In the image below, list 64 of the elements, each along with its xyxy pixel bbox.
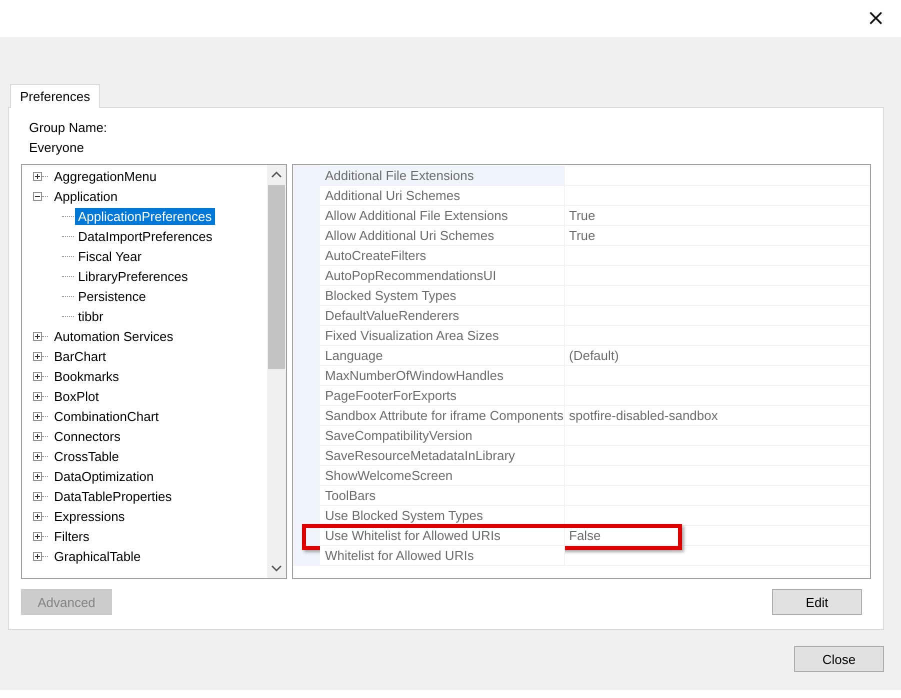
group-name-value: Everyone	[28, 139, 85, 157]
tree-item[interactable]: BarChart	[51, 348, 110, 364]
expand-icon[interactable]	[33, 332, 42, 340]
expand-icon[interactable]	[33, 512, 42, 520]
tree-item[interactable]: Application	[51, 188, 121, 204]
property-name[interactable]: Whitelist for Allowed URIs	[320, 546, 565, 566]
property-name[interactable]: DefaultValueRenderers	[320, 306, 565, 326]
scrollbar[interactable]	[267, 165, 286, 578]
property-name[interactable]: ShowWelcomeScreen	[320, 466, 565, 486]
property-name[interactable]: Fixed Visualization Area Sizes	[320, 326, 565, 346]
property-value[interactable]: True	[565, 226, 870, 246]
tree-item[interactable]: DataOptimization	[51, 468, 157, 484]
property-name[interactable]: Allow Additional File Extensions	[320, 206, 565, 226]
expand-icon[interactable]	[33, 352, 42, 360]
tree-item[interactable]: tibbr	[75, 308, 106, 324]
tree-item[interactable]: AggregationMenu	[51, 168, 160, 184]
property-name[interactable]: Sandbox Attribute for iframe Components	[320, 406, 565, 426]
expand-icon[interactable]	[33, 472, 42, 480]
property-name[interactable]: Additional File Extensions	[320, 166, 565, 186]
tree-item[interactable]: BoxPlot	[51, 388, 102, 404]
tree-item[interactable]: DataImportPreferences	[75, 228, 216, 244]
property-value[interactable]: (Default)	[565, 346, 870, 366]
edit-button[interactable]: Edit	[772, 589, 862, 615]
tree-item[interactable]: Persistence	[75, 288, 149, 304]
tree-item[interactable]: Connectors	[51, 428, 124, 444]
tree-item[interactable]: Expressions	[51, 508, 128, 524]
expand-icon[interactable]	[33, 372, 42, 380]
property-value[interactable]: True	[565, 206, 870, 226]
property-name[interactable]: AutoPopRecommendationsUI	[320, 266, 565, 286]
expand-icon[interactable]	[33, 532, 42, 540]
tree-item[interactable]: ApplicationPreferences	[75, 208, 215, 224]
property-name[interactable]: Language	[320, 346, 565, 366]
tree-item[interactable]: GraphicalTable	[51, 548, 144, 564]
tree-item[interactable]: LibraryPreferences	[75, 268, 191, 284]
property-value[interactable]: spotfire-disabled-sandbox	[565, 406, 870, 426]
expand-icon[interactable]	[33, 432, 42, 440]
property-name[interactable]: SaveResourceMetadataInLibrary	[320, 446, 565, 466]
property-value[interactable]: False	[565, 526, 870, 546]
expand-icon[interactable]	[33, 392, 42, 400]
tree-item[interactable]: Automation Services	[51, 328, 176, 344]
property-name[interactable]: AutoCreateFilters	[320, 246, 565, 266]
property-name[interactable]: Blocked System Types	[320, 286, 565, 306]
property-name[interactable]: Additional Uri Schemes	[320, 186, 565, 206]
expand-icon[interactable]	[33, 492, 42, 500]
expand-icon[interactable]	[33, 172, 42, 180]
expand-icon[interactable]	[33, 452, 42, 460]
close-dialog-button[interactable]: Close	[794, 646, 884, 672]
expand-icon[interactable]	[33, 552, 42, 560]
group-name-label: Group Name:	[28, 119, 108, 137]
tree-item[interactable]: DataTableProperties	[51, 488, 175, 504]
tree-item[interactable]: CrossTable	[51, 448, 122, 464]
tree-item[interactable]: CombinationChart	[51, 408, 162, 424]
property-name[interactable]: PageFooterForExports	[320, 386, 565, 406]
tree-item[interactable]: Filters	[51, 528, 92, 544]
tree-item[interactable]: Bookmarks	[51, 368, 122, 384]
tab[interactable]: Preferences	[10, 84, 100, 108]
property-name[interactable]: ToolBars	[320, 486, 565, 506]
collapse-icon[interactable]	[33, 192, 42, 200]
property-name[interactable]: Allow Additional Uri Schemes	[320, 226, 565, 246]
property-name[interactable]: MaxNumberOfWindowHandles	[320, 366, 565, 386]
tree-item[interactable]: Fiscal Year	[75, 248, 145, 264]
property-name[interactable]: SaveCompatibilityVersion	[320, 426, 565, 446]
expand-icon[interactable]	[33, 412, 42, 420]
close-button[interactable]: ×	[862, 8, 889, 30]
